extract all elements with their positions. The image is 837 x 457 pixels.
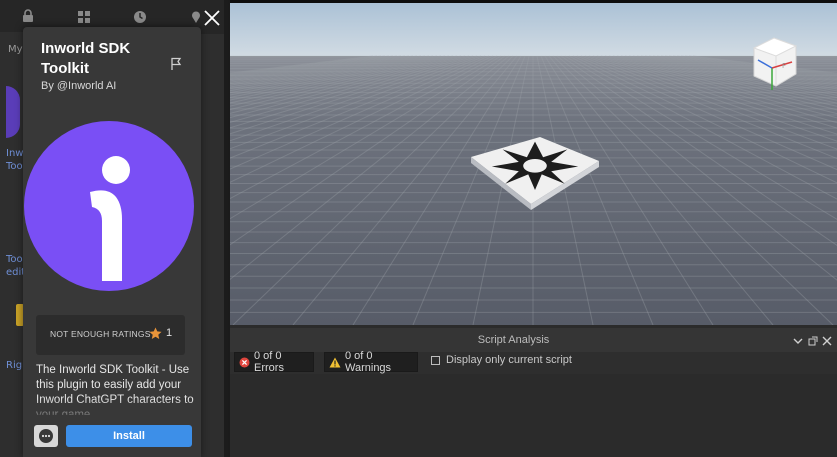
panel-divider[interactable] [224, 0, 228, 457]
studio-window: My Inw Too Too edit Rig Inworld SDK Tool… [0, 0, 837, 457]
flag-icon[interactable] [169, 57, 183, 71]
rating-count: 1 [166, 327, 173, 339]
view-cube-icon[interactable]: F [744, 30, 806, 96]
display-only-label: Display only current script [446, 354, 572, 366]
panel-toolbar: 0 of 0 Errors 0 of 0 Warnings Display on… [230, 350, 837, 374]
grid-icon [78, 11, 90, 23]
close-icon[interactable] [203, 9, 221, 27]
ratings-box: NOT ENOUGH RATINGS 1 [36, 315, 185, 355]
sidebar-peek-text: My [8, 44, 23, 55]
panel-title: Script Analysis [477, 334, 550, 346]
viewport-border [230, 0, 837, 3]
close-icon[interactable] [822, 336, 832, 346]
script-analysis-panel: Script Analysis 0 of 0 Errors 0 of 0 War… [230, 325, 837, 457]
lock-icon [23, 9, 33, 22]
chat-button[interactable] [34, 425, 58, 447]
install-button[interactable]: Install [66, 425, 192, 447]
plugin-detail-popup: Inworld SDK Toolkit By @Inworld AI NOT E… [23, 27, 201, 457]
ratings-label: NOT ENOUGH RATINGS [50, 329, 151, 339]
chevron-down-icon[interactable] [793, 336, 803, 346]
inworld-logo-icon [90, 156, 130, 281]
plugin-title: Inworld SDK Toolkit [41, 40, 131, 77]
plugin-logo [24, 121, 194, 291]
errors-filter-button[interactable]: 0 of 0 Errors [234, 350, 314, 374]
sidebar-peek-text: Inw [6, 148, 24, 159]
warning-icon [329, 357, 341, 367]
undock-icon[interactable] [808, 336, 818, 346]
warnings-label: 0 of 0 Warnings [345, 350, 392, 374]
error-icon [239, 357, 250, 367]
sidebar-peek-text: Too [6, 254, 23, 265]
plugin-creator[interactable]: By @Inworld AI [41, 80, 116, 92]
display-only-current-toggle[interactable]: Display only current script [431, 354, 572, 366]
panel-header: Script Analysis [230, 328, 837, 352]
star-icon [149, 327, 162, 339]
display-only-checkbox[interactable] [431, 355, 440, 365]
sidebar-peek-text: Too [6, 161, 23, 172]
clock-icon [134, 11, 146, 23]
pin-icon [192, 11, 200, 23]
chat-bubble-icon [39, 429, 53, 443]
warnings-filter-button[interactable]: 0 of 0 Warnings [324, 350, 418, 374]
svg-text:F: F [782, 62, 786, 70]
errors-label: 0 of 0 Errors [254, 350, 284, 374]
description-fade [23, 399, 201, 421]
sidebar-peek-thumbnail [6, 86, 20, 138]
sidebar-peek-text: Rig [6, 360, 23, 371]
